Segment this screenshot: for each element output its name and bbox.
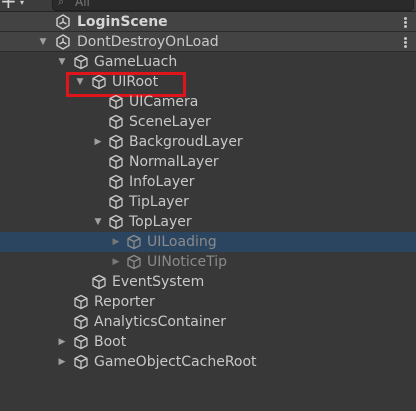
tree-item-gameluach[interactable]: ▼ GameLuach (0, 52, 416, 72)
cube-icon (126, 234, 142, 250)
item-label: Reporter (94, 294, 155, 310)
tree-item-backgroudlayer[interactable]: ▶ BackgroudLayer (0, 132, 416, 152)
collapsed-arrow-icon[interactable]: ▶ (93, 132, 103, 152)
expanded-arrow-icon[interactable]: ▼ (38, 32, 48, 52)
collapsed-arrow-icon[interactable] (40, 12, 50, 32)
collapsed-arrow-icon[interactable]: ▶ (111, 252, 121, 272)
collapsed-arrow-icon[interactable]: ▶ (57, 352, 67, 372)
expanded-arrow-icon[interactable]: ▼ (57, 52, 67, 72)
item-label: AnalyticsContainer (94, 314, 226, 330)
item-label: UINoticeTip (147, 254, 228, 270)
search-field[interactable]: ⌕ All (52, 0, 414, 11)
item-label: UILoading (147, 234, 217, 250)
item-label: TopLayer (129, 214, 192, 230)
item-label: SceneLayer (129, 114, 211, 130)
cube-icon (108, 154, 124, 170)
tree-item-toplayer[interactable]: ▼ TopLayer (0, 212, 416, 232)
scene-row-login[interactable]: LoginScene (0, 12, 416, 32)
tree-item-scenelayer[interactable]: SceneLayer (0, 112, 416, 132)
search-placeholder: All (75, 0, 90, 9)
more-options-icon[interactable] (404, 37, 408, 48)
expanded-arrow-icon[interactable]: ▼ (93, 212, 103, 232)
cube-icon (73, 314, 89, 330)
item-label: UICamera (129, 94, 199, 110)
cube-icon (108, 194, 124, 210)
item-label: GameObjectCacheRoot (94, 354, 257, 370)
item-label: TipLayer (129, 194, 189, 210)
cube-icon (73, 294, 89, 310)
cube-icon (108, 134, 124, 150)
tree-item-reporter[interactable]: Reporter (0, 292, 416, 312)
item-label: Boot (94, 334, 127, 350)
scene-row-dontdestroyonload[interactable]: ▼ DontDestroyOnLoad (0, 32, 416, 52)
dropdown-arrow-icon: ▾ (20, 0, 25, 7)
collapsed-arrow-icon[interactable]: ▶ (57, 332, 67, 352)
tree-item-eventsystem[interactable]: EventSystem (0, 272, 416, 292)
tree-item-boot[interactable]: ▶ Boot (0, 332, 416, 352)
unity-scene-icon (55, 34, 71, 50)
cube-icon (108, 214, 124, 230)
tree-item-uicamera[interactable]: UICamera (0, 92, 416, 112)
cube-icon (73, 354, 89, 370)
item-label: BackgroudLayer (129, 134, 243, 150)
item-label: GameLuach (94, 54, 178, 70)
add-object-button[interactable]: + ▾ (0, 0, 34, 11)
scene-label: LoginScene (77, 14, 168, 30)
cube-icon (126, 254, 142, 270)
cube-icon (108, 174, 124, 190)
tree-item-infolayer[interactable]: InfoLayer (0, 172, 416, 192)
cube-icon (73, 54, 89, 70)
cube-icon (91, 274, 107, 290)
tree-item-analyticscontainer[interactable]: AnalyticsContainer (0, 312, 416, 332)
tree-item-gameobjectcacheroot[interactable]: ▶ GameObjectCacheRoot (0, 352, 416, 372)
item-label: EventSystem (112, 274, 205, 290)
search-icon: ⌕ (58, 0, 65, 8)
cube-icon (73, 334, 89, 350)
item-label: InfoLayer (129, 174, 195, 190)
cube-icon (108, 114, 124, 130)
collapsed-arrow-icon[interactable]: ▶ (111, 232, 121, 252)
scene-label: DontDestroyOnLoad (77, 34, 219, 50)
tree-item-uiroot[interactable]: ▼ UIRoot (0, 72, 416, 92)
tree-item-tiplayer[interactable]: TipLayer (0, 192, 416, 212)
item-label: NormalLayer (129, 154, 219, 170)
tree-item-uiloading[interactable]: ▶ UILoading (0, 232, 416, 252)
hierarchy-toolbar: + ▾ ⌕ All (0, 0, 416, 12)
tree-item-normallayer[interactable]: NormalLayer (0, 152, 416, 172)
unity-scene-icon (55, 14, 71, 30)
tree-item-uinoticetip[interactable]: ▶ UINoticeTip (0, 252, 416, 272)
more-options-icon[interactable] (404, 17, 408, 28)
cube-icon (108, 94, 124, 110)
